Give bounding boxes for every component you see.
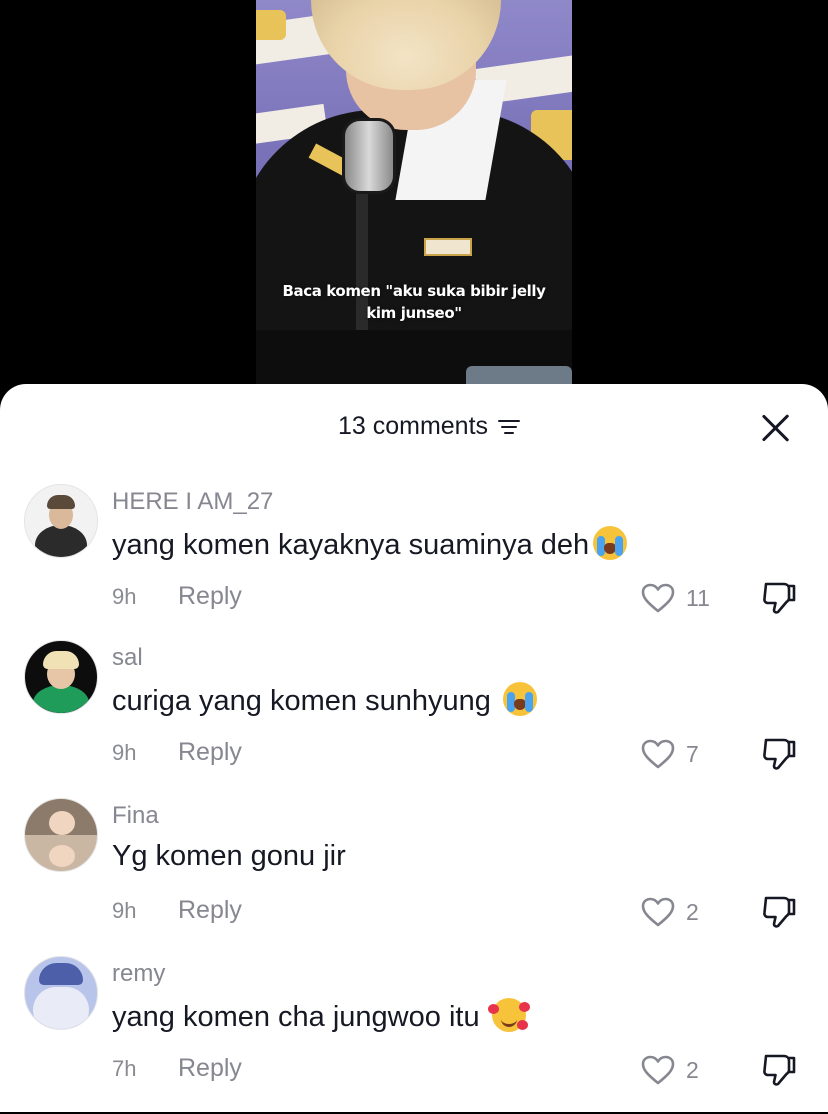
heart-icon: [641, 583, 675, 613]
comment-time: 9h: [112, 584, 137, 609]
video-preview[interactable]: [256, 0, 572, 390]
comment-text: Yg komen gonu jir: [112, 840, 346, 872]
heart-icon: [641, 1055, 675, 1085]
comment-item: sal curiga yang komen sunhyung 9h Reply …: [0, 640, 828, 798]
comment-time: 9h: [112, 898, 137, 923]
like-count: 2: [686, 1056, 699, 1083]
like-count: 11: [686, 584, 710, 611]
comment-text: yang komen kayaknya suaminya deh: [112, 526, 628, 562]
reply-button[interactable]: Reply: [178, 1054, 242, 1083]
avatar[interactable]: [24, 640, 98, 714]
like-button[interactable]: 2: [640, 1054, 699, 1086]
heart-icon: [641, 739, 675, 769]
caption-line-2: kim junseo": [366, 304, 462, 322]
dislike-icon[interactable]: [760, 1052, 798, 1088]
comment-time: 7h: [112, 1056, 137, 1081]
comment-text: curiga yang komen sunhyung: [112, 682, 537, 718]
loudly-crying-face-icon: [593, 526, 628, 560]
reply-button[interactable]: Reply: [178, 582, 242, 611]
avatar[interactable]: [24, 484, 98, 558]
like-count: 7: [686, 740, 699, 767]
filter-icon: [498, 418, 521, 436]
sort-comments-button[interactable]: 13 comments: [337, 412, 521, 441]
comment-username[interactable]: sal: [112, 644, 143, 672]
like-button[interactable]: 11: [640, 582, 710, 614]
like-button[interactable]: 2: [640, 896, 699, 928]
like-button[interactable]: 7: [640, 738, 699, 770]
like-count: 2: [686, 898, 699, 925]
reply-button[interactable]: Reply: [178, 738, 242, 767]
heart-icon: [641, 897, 675, 927]
comment-text: yang komen cha jungwoo itu: [112, 998, 530, 1034]
comment-username[interactable]: remy: [112, 960, 165, 988]
dislike-icon[interactable]: [760, 580, 798, 616]
video-caption: Baca komen "aku suka bibir jelly kim jun…: [256, 280, 572, 324]
avatar[interactable]: [24, 798, 98, 872]
avatar[interactable]: [24, 956, 98, 1030]
close-icon[interactable]: [760, 412, 792, 444]
smiling-face-with-hearts-icon: [487, 998, 530, 1032]
comments-header: 13 comments: [0, 384, 828, 470]
comment-count: 13 comments: [337, 412, 489, 440]
comments-sheet: 13 comments HERE I AM_27 yang komen kaya…: [0, 384, 828, 1112]
comment-item: HERE I AM_27 yang komen kayaknya suaminy…: [0, 484, 828, 642]
reply-button[interactable]: Reply: [178, 896, 242, 925]
dislike-icon[interactable]: [760, 736, 798, 772]
comment-username[interactable]: Fina: [112, 802, 159, 830]
comment-item: remy yang komen cha jungwoo itu 7h Reply…: [0, 956, 828, 1114]
comment-time: 9h: [112, 740, 137, 765]
dislike-icon[interactable]: [760, 894, 798, 930]
comment-username[interactable]: HERE I AM_27: [112, 488, 273, 516]
loudly-crying-face-icon: [502, 682, 537, 716]
comment-item: Fina Yg komen gonu jir 9h Reply 2: [0, 798, 828, 956]
caption-line-1: Baca komen "aku suka bibir jelly: [282, 282, 546, 300]
